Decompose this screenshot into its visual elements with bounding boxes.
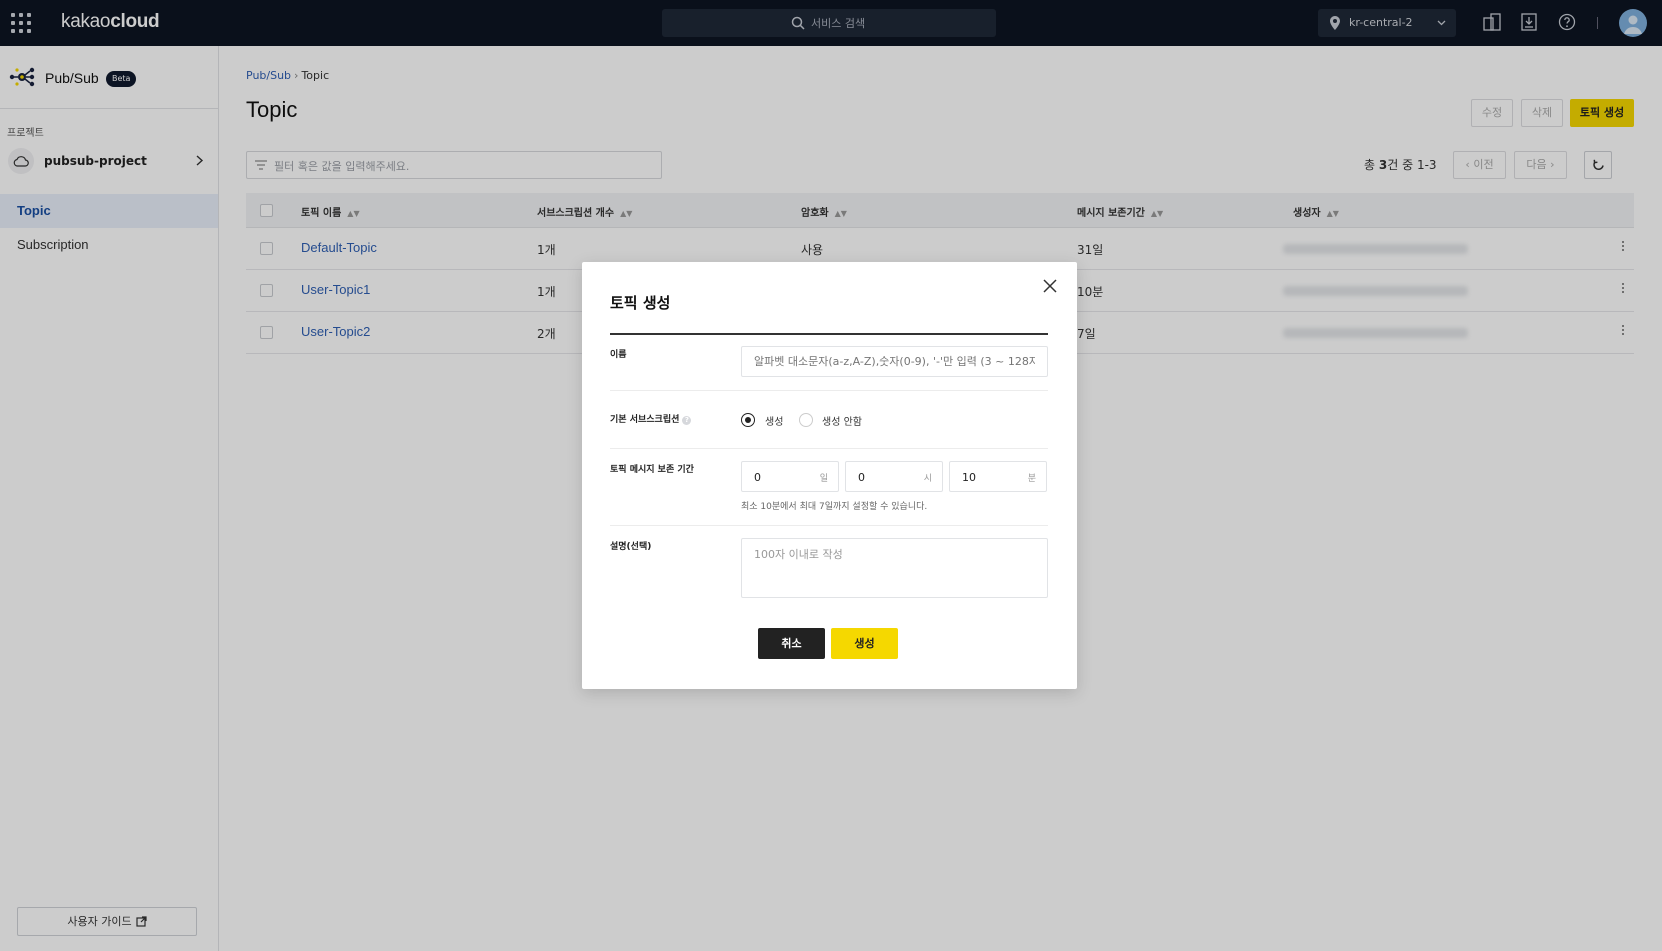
radio-no-create[interactable] bbox=[799, 413, 813, 427]
days-unit: 일 bbox=[819, 474, 828, 484]
modal-title: 토픽 생성 bbox=[610, 294, 671, 312]
minutes-value: 10 bbox=[962, 471, 976, 484]
topic-name-input[interactable] bbox=[741, 346, 1048, 377]
modal-header-divider bbox=[610, 333, 1048, 335]
radio-create-label: 생성 bbox=[765, 417, 784, 428]
radio-create[interactable] bbox=[741, 413, 755, 427]
create-topic-modal: 토픽 생성 이름 기본 서브스크립션? 생성 생성 안함 토픽 메시지 보존 기… bbox=[582, 262, 1077, 689]
retention-minutes-input[interactable]: 10 분 bbox=[949, 461, 1047, 492]
name-label: 이름 bbox=[610, 350, 627, 360]
days-value: 0 bbox=[754, 471, 761, 484]
description-textarea[interactable]: 100자 이내로 작성 bbox=[741, 538, 1048, 598]
form-divider bbox=[610, 525, 1048, 526]
radio-no-create-label: 생성 안함 bbox=[822, 417, 862, 428]
default-subscription-label: 기본 서브스크립션? bbox=[610, 412, 692, 425]
close-icon[interactable] bbox=[1043, 279, 1057, 293]
description-label: 설명(선택) bbox=[610, 542, 652, 552]
retention-hint: 최소 10분에서 최대 7일까지 설정할 수 있습니다. bbox=[741, 502, 928, 512]
form-divider bbox=[610, 448, 1048, 449]
form-divider bbox=[610, 390, 1048, 391]
cancel-button[interactable]: 취소 bbox=[758, 628, 825, 659]
help-icon[interactable]: ? bbox=[682, 416, 692, 425]
retention-label: 토픽 메시지 보존 기간 bbox=[610, 465, 694, 475]
retention-days-input[interactable]: 0일 bbox=[741, 461, 839, 492]
retention-hours-input[interactable]: 0시 bbox=[845, 461, 943, 492]
create-button[interactable]: 생성 bbox=[831, 628, 898, 659]
hours-unit: 시 bbox=[923, 474, 932, 484]
minutes-unit: 분 bbox=[1027, 474, 1036, 484]
hours-value: 0 bbox=[858, 471, 865, 484]
